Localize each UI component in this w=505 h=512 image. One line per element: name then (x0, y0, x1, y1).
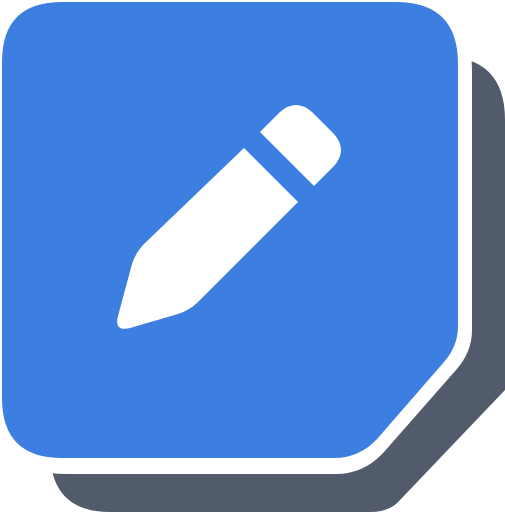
app-icon-graphic (0, 0, 505, 512)
app-icon (0, 0, 505, 512)
